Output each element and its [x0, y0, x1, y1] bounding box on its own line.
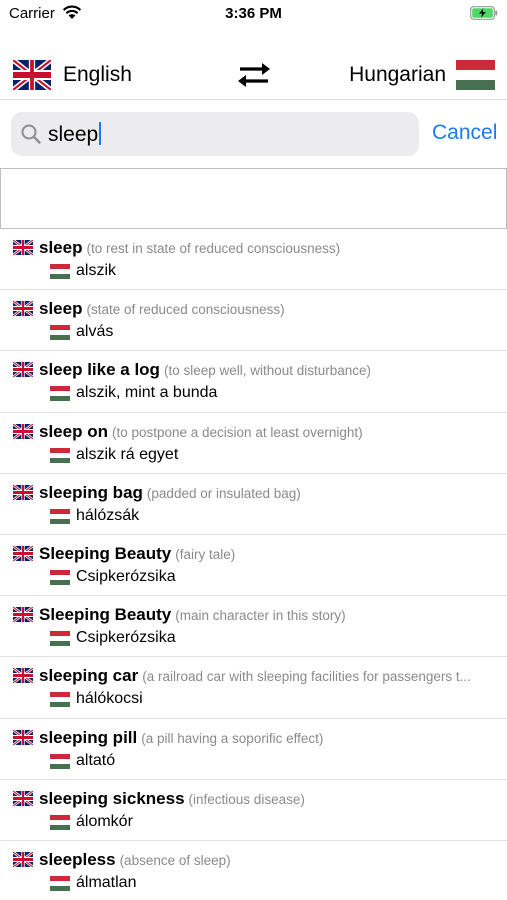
battery-charging-icon [470, 6, 498, 20]
result-headline: sleepless (absence of sleep) [39, 850, 499, 870]
uk-flag-icon [13, 607, 33, 622]
result-term: sleep [39, 238, 83, 257]
result-translation: alszik rá egyet [76, 445, 179, 463]
uk-flag-icon [13, 485, 33, 500]
empty-panel [0, 168, 507, 229]
uk-flag-icon [13, 546, 33, 561]
hungary-flag-icon [50, 325, 70, 341]
uk-flag-icon [13, 730, 33, 745]
hungary-flag-icon [50, 692, 70, 708]
result-term: sleeping bag [39, 482, 143, 502]
result-row[interactable]: sleepless (absence of sleep) álmatlan [0, 841, 507, 900]
uk-flag-icon [13, 852, 33, 867]
uk-flag-icon [13, 668, 33, 683]
result-translation: Csipkerózsika [76, 567, 176, 585]
result-row[interactable]: sleep like a log (to sleep well, without … [0, 351, 507, 413]
hungary-flag-icon [50, 264, 70, 279]
hungary-flag-icon [50, 814, 70, 830]
language-bar: English Hungarian [0, 50, 507, 100]
hungary-flag-icon [50, 447, 70, 463]
result-row[interactable]: sleeping car (a railroad car with sleepin… [0, 657, 507, 719]
uk-flag-icon[interactable] [13, 60, 51, 90]
result-headline: sleeping bag (padded or insulated bag) [39, 483, 499, 503]
result-translation: hálózsák [76, 506, 140, 524]
result-translation: alvás [76, 323, 114, 341]
text-caret [99, 122, 102, 145]
result-note: (to rest in state of reduced consciousne… [86, 241, 341, 256]
result-term: sleepless [39, 849, 116, 869]
result-row[interactable]: Sleeping Beauty (fairy tale) Csipkerózsika [0, 535, 507, 597]
hungary-flag-icon [50, 875, 70, 891]
result-headline: Sleeping Beauty (fairy tale) [39, 544, 499, 564]
result-note: (infectious disease) [188, 791, 305, 807]
result-headline: sleep (to rest in state of reduced consci… [39, 238, 499, 258]
uk-flag-icon [13, 301, 33, 316]
hungary-flag-icon [50, 508, 70, 524]
result-translation: álomkór [76, 812, 133, 830]
result-translation: álmatlan [76, 873, 137, 891]
result-term: sleeping sickness [39, 788, 185, 808]
result-translation: Csipkerózsika [76, 629, 176, 647]
hungary-flag-icon [50, 386, 70, 402]
result-note: (absence of sleep) [119, 852, 231, 868]
result-headline: Sleeping Beauty (main character in this s… [39, 605, 499, 625]
search-field[interactable]: sleep [11, 112, 419, 156]
uk-flag-icon [13, 791, 33, 806]
result-term: sleep like a log [39, 360, 160, 380]
cancel-button[interactable]: Cancel [432, 121, 497, 145]
search-input[interactable]: sleep [48, 123, 98, 146]
result-row[interactable]: sleeping sickness (infectious disease) álo… [0, 780, 507, 841]
result-row[interactable]: sleeping bag (padded or insulated bag) hál… [0, 474, 507, 535]
result-translation: alszik, mint a bunda [76, 384, 218, 402]
result-headline: sleeping sickness (infectious disease) [39, 789, 499, 809]
result-row[interactable]: sleep on (to postpone a decision at least… [0, 413, 507, 474]
result-headline: sleep on (to postpone a decision at least… [39, 422, 499, 442]
source-language-label[interactable]: English [63, 63, 132, 87]
result-headline: sleep (state of reduced consciousness) [39, 299, 499, 319]
result-note: (a railroad car with sleeping facilities… [142, 669, 471, 685]
swap-languages-icon[interactable] [234, 60, 274, 90]
result-term: Sleeping Beauty [39, 543, 172, 563]
result-note: (fairy tale) [175, 546, 236, 562]
result-headline: sleeping car (a railroad car with sleepin… [39, 666, 499, 686]
result-note: (padded or insulated bag) [146, 485, 301, 501]
result-headline: sleep like a log (to sleep well, without … [39, 360, 499, 380]
result-term: Sleeping Beauty [39, 605, 172, 625]
result-term: sleeping car [39, 666, 139, 686]
uk-flag-icon [13, 424, 33, 439]
uk-flag-icon [13, 240, 33, 255]
result-row[interactable]: sleeping pill (a pill having a soporific … [0, 719, 507, 780]
result-headline: sleeping pill (a pill having a soporific … [39, 728, 499, 748]
result-row[interactable]: sleep (state of reduced consciousness) alv… [0, 290, 507, 352]
status-bar: Carrier 3:36 PM [0, 0, 507, 30]
result-note: (main character in this story) [175, 608, 346, 624]
result-translation: hálókocsi [76, 690, 143, 708]
result-note: (a pill having a soporific effect) [141, 730, 324, 746]
status-time: 3:36 PM [225, 5, 282, 22]
hungary-flag-icon [50, 631, 70, 647]
search-icon [21, 124, 41, 144]
result-note: (state of reduced consciousness) [86, 302, 285, 318]
hungary-flag-icon [50, 753, 70, 769]
results-list[interactable]: sleep (to rest in state of reduced consci… [0, 229, 507, 900]
result-term: sleep on [39, 421, 108, 441]
result-row[interactable]: sleep (to rest in state of reduced consci… [0, 229, 507, 291]
hungary-flag-icon[interactable] [456, 60, 495, 90]
result-note: (to postpone a decision at least overnig… [111, 424, 363, 440]
result-term: sleep [39, 299, 83, 319]
hungary-flag-icon [50, 569, 70, 585]
uk-flag-icon [13, 362, 33, 377]
result-translation: alszik [76, 262, 117, 279]
target-language-label[interactable]: Hungarian [349, 63, 446, 87]
result-note: (to sleep well, without disturbance) [163, 363, 372, 379]
result-translation: altató [76, 751, 116, 769]
result-row[interactable]: Sleeping Beauty (main character in this s… [0, 596, 507, 658]
result-term: sleeping pill [39, 727, 138, 747]
